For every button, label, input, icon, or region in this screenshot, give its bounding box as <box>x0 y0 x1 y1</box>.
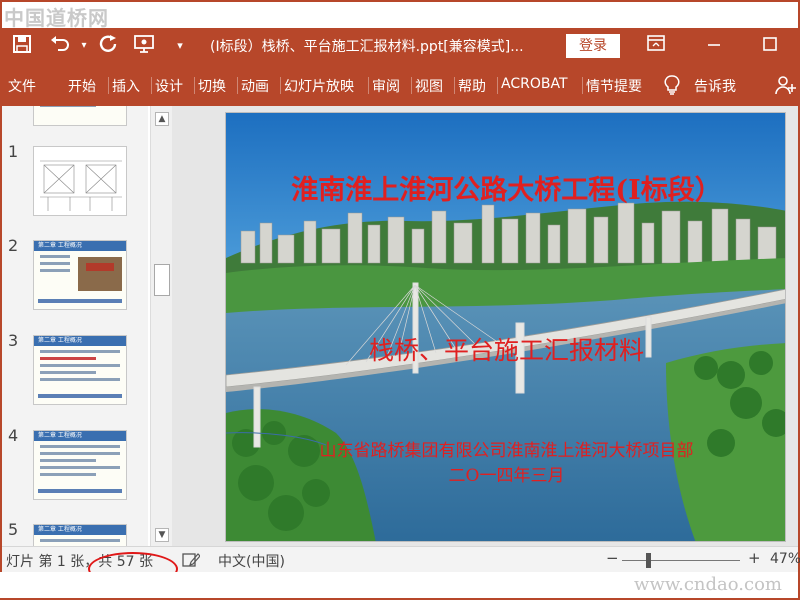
tab-design[interactable]: 设计 <box>151 76 183 96</box>
thumbnail-scrollbar[interactable]: ▲ ▼ <box>150 106 172 546</box>
slide-thumbnail-2[interactable]: 第二章 工程概况 <box>33 240 127 310</box>
thumbnail-number: 2 <box>8 236 19 255</box>
watermark-strip: www.cndao.com <box>0 572 798 598</box>
slide-editor[interactable]: 淮南淮上淮河公路大桥工程(I标段） 栈桥、平台施工汇报材料 山东省路桥集团有限公… <box>172 106 798 546</box>
title-bar: ▾ ▾ (I标段）栈桥、平台施工汇报材料.ppt[兼容模式]... 登录 <box>2 28 798 64</box>
ribbon-display-icon[interactable] <box>644 34 668 58</box>
zoom-slider[interactable] <box>622 560 740 561</box>
minimize-icon[interactable] <box>702 34 726 58</box>
slide-canvas[interactable]: 淮南淮上淮河公路大桥工程(I标段） 栈桥、平台施工汇报材料 山东省路桥集团有限公… <box>225 112 786 542</box>
zoom-in-button[interactable]: + <box>748 549 761 567</box>
undo-dropdown-icon[interactable]: ▾ <box>72 34 96 58</box>
tab-storyboard[interactable]: 情节提要 <box>582 76 642 96</box>
thumbnail-number: 1 <box>8 142 19 161</box>
slide-date[interactable]: 二O一四年三月 <box>226 461 785 486</box>
slide-title[interactable]: 淮南淮上淮河公路大桥工程(I标段） <box>226 168 785 207</box>
scroll-thumb[interactable] <box>154 264 170 296</box>
tab-slideshow[interactable]: 幻灯片放映 <box>280 76 354 96</box>
save-icon[interactable] <box>10 34 34 58</box>
slide-subtitle[interactable]: 栈桥、平台施工汇报材料 <box>226 331 785 367</box>
notes-icon[interactable] <box>182 552 201 572</box>
tab-review[interactable]: 审阅 <box>368 76 400 96</box>
tab-transitions[interactable]: 切换 <box>194 76 226 96</box>
slide-thumbnail-partial[interactable] <box>33 106 127 126</box>
tab-acrobat[interactable]: ACROBAT <box>497 76 568 94</box>
language-indicator[interactable]: 中文(中国) <box>218 551 285 571</box>
restore-icon[interactable] <box>758 34 782 58</box>
thumbnail-number: 3 <box>8 331 19 350</box>
thumbnail-number: 4 <box>8 426 19 445</box>
scroll-down-icon[interactable]: ▼ <box>155 528 169 542</box>
slide-thumbnail-1[interactable] <box>33 146 127 216</box>
login-button[interactable]: 登录 <box>566 34 620 58</box>
slide-thumbnail-4[interactable]: 第二章 工程概况 <box>33 430 127 500</box>
undo-icon[interactable] <box>48 34 72 58</box>
slide-thumbnail-5[interactable]: 第二章 工程概况 <box>33 524 127 546</box>
tab-home[interactable]: 开始 <box>68 76 96 96</box>
document-title: (I标段）栈桥、平台施工汇报材料.ppt[兼容模式]... <box>210 39 524 55</box>
watermark-logo: 中国道桥网 <box>4 6 109 30</box>
slide-thumbnail-pane[interactable]: 1 2 第二章 工程概况 3 第二章 工程概况 4 第二章 工程概况 5 第二章… <box>2 106 148 546</box>
slide-company[interactable]: 山东省路桥集团有限公司淮南淮上淮河大桥项目部 <box>226 436 785 461</box>
tab-insert[interactable]: 插入 <box>108 76 140 96</box>
scroll-up-icon[interactable]: ▲ <box>155 112 169 126</box>
customize-icon[interactable]: ▾ <box>168 34 192 58</box>
watermark-url: www.cndao.com <box>634 574 782 595</box>
tell-me-search[interactable]: 告诉我 <box>694 76 736 96</box>
ribbon-tabs: 文件 开始 插入 设计 切换 动画 幻灯片放映 审阅 视图 帮助 ACROBAT… <box>2 64 798 106</box>
share-icon[interactable] <box>774 74 796 100</box>
present-icon[interactable] <box>132 34 156 58</box>
thumbnail-number: 5 <box>8 520 19 539</box>
slide-thumbnail-3[interactable]: 第二章 工程概况 <box>33 335 127 405</box>
tab-file[interactable]: 文件 <box>8 76 36 96</box>
tab-view[interactable]: 视图 <box>411 76 443 96</box>
tab-help[interactable]: 帮助 <box>454 76 486 96</box>
zoom-level[interactable]: 47% <box>770 551 800 567</box>
redo-icon[interactable] <box>96 34 120 58</box>
zoom-out-button[interactable]: − <box>606 549 619 567</box>
tab-animations[interactable]: 动画 <box>237 76 269 96</box>
lightbulb-icon[interactable] <box>664 75 680 99</box>
zoom-slider-knob[interactable] <box>646 553 651 568</box>
